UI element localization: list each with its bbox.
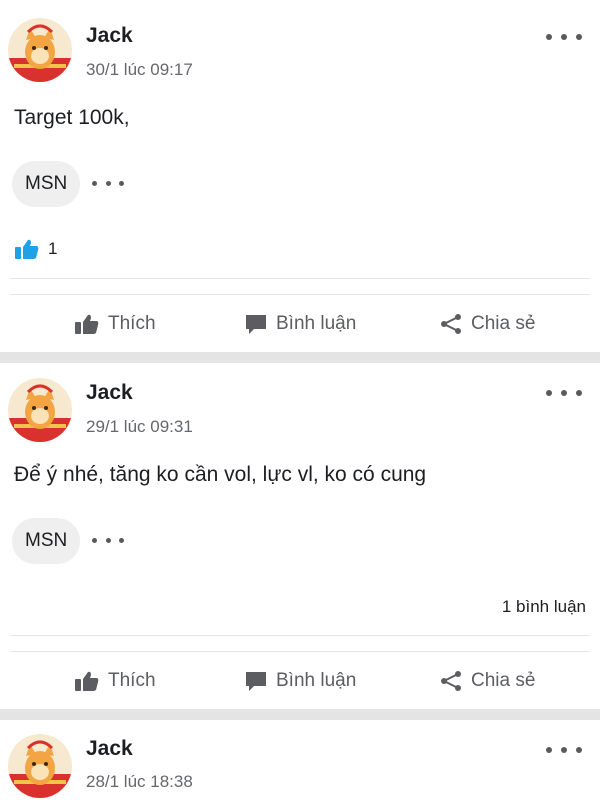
post-action-bar: Thích Bình luận Chia sẻ — [0, 653, 600, 709]
post-card: Jack 29/1 lúc 09:31 Để ý nhé, tăng ko cầ… — [0, 363, 600, 709]
post-options-button[interactable] — [546, 383, 582, 403]
more-dot — [561, 390, 567, 396]
thumbs-up-icon — [15, 239, 39, 259]
tag-more-button[interactable] — [92, 178, 124, 188]
divider — [10, 294, 590, 295]
comment-icon — [246, 672, 266, 691]
stock-tag-chip[interactable]: MSN — [12, 161, 81, 207]
more-dot — [119, 537, 124, 543]
more-dot — [546, 34, 552, 40]
author-name[interactable]: Jack — [86, 737, 133, 761]
more-dot — [105, 537, 111, 543]
author-name[interactable]: Jack — [86, 24, 133, 48]
share-label: Chia sẻ — [471, 670, 536, 691]
share-icon — [441, 314, 461, 334]
post-card: Jack 30/1 lúc 09:17 Target 100k, MSN 1 T… — [0, 0, 600, 352]
post-options-button[interactable] — [546, 27, 582, 47]
comment-label: Bình luận — [276, 313, 357, 334]
divider — [10, 635, 590, 636]
more-dot — [119, 180, 124, 186]
more-dot — [576, 34, 582, 40]
post-options-button[interactable] — [546, 740, 582, 760]
avatar[interactable] — [8, 378, 72, 442]
stock-tag-chip[interactable]: MSN — [12, 518, 81, 564]
share-icon — [441, 671, 461, 691]
comment-button[interactable]: Bình luận — [244, 653, 356, 709]
avatar[interactable] — [8, 734, 72, 798]
more-dot — [561, 34, 567, 40]
more-dot — [92, 180, 97, 186]
like-label: Thích — [108, 313, 156, 334]
more-dot — [561, 747, 567, 753]
more-dot — [576, 747, 582, 753]
avatar[interactable] — [8, 18, 72, 82]
comment-button[interactable]: Bình luận — [244, 296, 356, 352]
more-dot — [576, 390, 582, 396]
post-timestamp[interactable]: 29/1 lúc 09:31 — [86, 417, 193, 437]
post-text: Target 100k, — [14, 106, 130, 129]
post-text: Để ý nhé, tăng ko cần vol, lực vl, ko có… — [14, 463, 427, 486]
comment-icon — [246, 315, 266, 334]
post-timestamp[interactable]: 28/1 lúc 18:38 — [86, 772, 193, 792]
like-label: Thích — [108, 670, 156, 691]
share-button[interactable]: Chia sẻ — [439, 296, 535, 352]
author-name[interactable]: Jack — [86, 381, 133, 405]
like-icon — [75, 671, 99, 691]
more-dot — [105, 180, 111, 186]
share-button[interactable]: Chia sẻ — [439, 653, 535, 709]
post-timestamp[interactable]: 30/1 lúc 09:17 — [86, 60, 193, 80]
more-dot — [92, 537, 97, 543]
more-dot — [546, 390, 552, 396]
reaction-summary[interactable]: 1 — [14, 238, 57, 260]
comment-count[interactable]: 1 bình luận — [502, 597, 586, 617]
more-dot — [546, 747, 552, 753]
comment-label: Bình luận — [276, 670, 357, 691]
like-icon — [75, 314, 99, 334]
post-action-bar: Thích Bình luận Chia sẻ — [0, 296, 600, 352]
share-label: Chia sẻ — [471, 313, 536, 334]
tag-more-button[interactable] — [92, 535, 124, 545]
like-button[interactable]: Thích — [74, 296, 156, 352]
post-card: Jack 28/1 lúc 18:38 — [0, 720, 600, 800]
divider — [10, 278, 590, 279]
reaction-count: 1 — [48, 239, 58, 258]
divider — [10, 651, 590, 652]
like-button[interactable]: Thích — [74, 653, 156, 709]
